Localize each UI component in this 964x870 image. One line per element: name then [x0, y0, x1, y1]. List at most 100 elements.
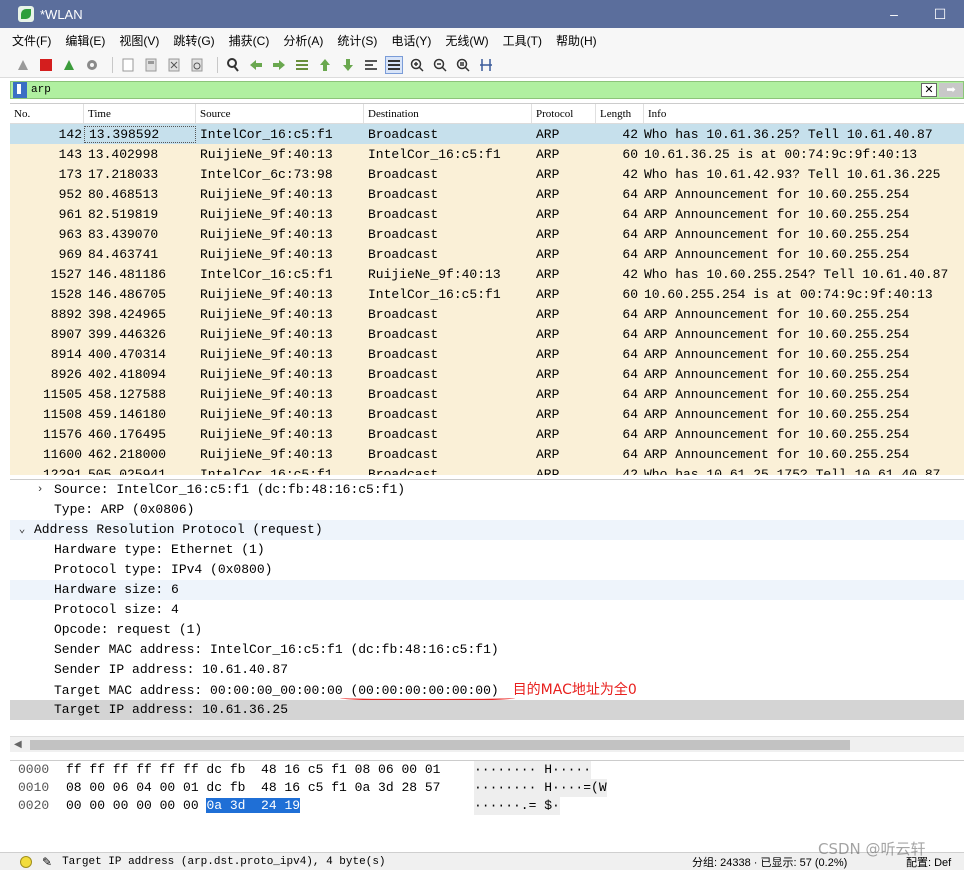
- packet-row[interactable]: 11600 462.218000 RuijieNe_9f:40:13 Broadcas…: [10, 444, 964, 464]
- bytes-hex-plain: 08 00 06 04 00 01 dc fb 48 16 c5 f1 0a 3…: [66, 780, 441, 795]
- bytes-ascii[interactable]: ······.= $·: [474, 797, 560, 815]
- go-forward-icon[interactable]: [270, 56, 288, 74]
- display-filter-input[interactable]: [31, 82, 921, 98]
- packet-row[interactable]: 8914 400.470314 RuijieNe_9f:40:13 Broadcast…: [10, 344, 964, 364]
- packet-time: 505.025941: [88, 466, 167, 476]
- detail-line[interactable]: Hardware size: 6: [10, 580, 964, 600]
- auto-scroll-icon[interactable]: [362, 56, 380, 74]
- column-header-destination[interactable]: Destination: [364, 104, 532, 123]
- first-packet-icon[interactable]: [316, 56, 334, 74]
- find-packet-icon[interactable]: [224, 56, 242, 74]
- save-file-icon[interactable]: [142, 56, 160, 74]
- close-file-icon[interactable]: [165, 56, 183, 74]
- zoom-reset-icon[interactable]: [454, 56, 472, 74]
- zoom-in-icon[interactable]: [408, 56, 426, 74]
- colorize-icon[interactable]: [385, 55, 403, 74]
- packet-row[interactable]: 963 83.439070 RuijieNe_9f:40:13 Broadcast AR…: [10, 224, 964, 244]
- packet-no: 11508: [42, 406, 82, 422]
- column-header-protocol[interactable]: Protocol: [532, 104, 596, 123]
- detail-line[interactable]: Type: ARP (0x0806): [10, 500, 964, 520]
- collapse-arrow-icon[interactable]: ⌄: [16, 520, 28, 540]
- packet-row[interactable]: 143 13.402998 RuijieNe_9f:40:13 IntelCor_16…: [10, 144, 964, 164]
- detail-line[interactable]: Hardware type: Ethernet (1): [10, 540, 964, 560]
- detail-line[interactable]: Protocol type: IPv4 (0x0800): [10, 560, 964, 580]
- expert-info-led-icon[interactable]: [20, 855, 32, 868]
- apply-filter-button[interactable]: ➡: [939, 83, 963, 97]
- bytes-ascii[interactable]: ········ H····=(W: [474, 779, 607, 797]
- restart-capture-icon[interactable]: [60, 56, 78, 74]
- menu-capture[interactable]: 捕获(C): [229, 32, 270, 49]
- detail-line[interactable]: Sender MAC address: IntelCor_16:c5:f1 (d…: [10, 640, 964, 660]
- expand-arrow-icon[interactable]: ›: [34, 480, 46, 500]
- menu-help[interactable]: 帮助(H): [556, 32, 597, 49]
- packet-destination: Broadcast: [368, 366, 439, 382]
- bytes-hex[interactable]: ff ff ff ff ff ff dc fb 48 16 c5 f1 08 0…: [66, 761, 440, 779]
- packet-row[interactable]: 969 84.463741 RuijieNe_9f:40:13 Broadcast AR…: [10, 244, 964, 264]
- column-header-source[interactable]: Source: [196, 104, 364, 123]
- packet-destination: Broadcast: [368, 226, 439, 242]
- packet-row[interactable]: 12291 505.025941 IntelCor_16:c5:f1 Broadcas…: [10, 464, 964, 475]
- filter-bookmark-icon[interactable]: [13, 82, 27, 98]
- column-header-info[interactable]: Info: [644, 104, 964, 123]
- packet-row[interactable]: 142 13.398592 IntelCor_16:c5:f1 Broadcast AR…: [10, 124, 964, 144]
- column-header-no[interactable]: No.: [10, 104, 84, 123]
- packet-row[interactable]: 173 17.218033 IntelCor_6c:73:98 Broadcast AR…: [10, 164, 964, 184]
- zoom-out-icon[interactable]: [431, 56, 449, 74]
- packet-row[interactable]: 1528 146.486705 RuijieNe_9f:40:13 IntelCor_…: [10, 284, 964, 304]
- column-header-length[interactable]: Length: [596, 104, 644, 123]
- menu-statistics[interactable]: 统计(S): [337, 32, 377, 49]
- packet-length: 64: [622, 406, 638, 422]
- packet-row[interactable]: 1527 146.481186 IntelCor_16:c5:f1 RuijieNe_…: [10, 264, 964, 284]
- start-capture-icon[interactable]: [14, 56, 32, 74]
- clear-filter-button[interactable]: ✕: [921, 83, 937, 97]
- packet-source: RuijieNe_9f:40:13: [200, 306, 333, 322]
- packet-row[interactable]: 11508 459.146180 RuijieNe_9f:40:13 Broadcas…: [10, 404, 964, 424]
- details-horizontal-scrollbar[interactable]: ◀: [10, 736, 964, 752]
- wireshark-fin-icon: [18, 6, 34, 22]
- detail-line[interactable]: Opcode: request (1): [10, 620, 964, 640]
- packet-protocol: ARP: [536, 226, 560, 242]
- bytes-row: 0010 08 00 06 04 00 01 dc fb 48 16 c5 f1 …: [10, 779, 964, 797]
- go-to-packet-icon[interactable]: [293, 56, 311, 74]
- packet-row[interactable]: 11576 460.176495 RuijieNe_9f:40:13 Broadcas…: [10, 424, 964, 444]
- detail-line[interactable]: ⌄ Address Resolution Protocol (request): [10, 520, 964, 540]
- capture-options-icon[interactable]: [83, 56, 101, 74]
- detail-line[interactable]: › Source: IntelCor_16:c5:f1 (dc:fb:48:16:…: [10, 480, 964, 500]
- edit-comment-icon[interactable]: ✎: [42, 855, 52, 869]
- detail-line[interactable]: Sender IP address: 10.61.40.87: [10, 660, 964, 680]
- packet-row[interactable]: 11505 458.127588 RuijieNe_9f:40:13 Broadcas…: [10, 384, 964, 404]
- last-packet-icon[interactable]: [339, 56, 357, 74]
- menu-file[interactable]: 文件(F): [12, 32, 51, 49]
- scrollbar-thumb[interactable]: [30, 740, 850, 750]
- column-header-time[interactable]: Time: [84, 104, 196, 123]
- packet-row[interactable]: 952 80.468513 RuijieNe_9f:40:13 Broadcast AR…: [10, 184, 964, 204]
- go-back-icon[interactable]: [247, 56, 265, 74]
- detail-line[interactable]: Target IP address: 10.61.36.25: [10, 700, 964, 720]
- bytes-ascii[interactable]: ········ H·····: [474, 761, 592, 779]
- menu-view[interactable]: 视图(V): [119, 32, 159, 49]
- menu-go[interactable]: 跳转(G): [173, 32, 214, 49]
- detail-line[interactable]: Protocol size: 4: [10, 600, 964, 620]
- packet-row[interactable]: 8892 398.424965 RuijieNe_9f:40:13 Broadcast…: [10, 304, 964, 324]
- menu-edit[interactable]: 编辑(E): [65, 32, 105, 49]
- packet-row[interactable]: 961 82.519819 RuijieNe_9f:40:13 Broadcast AR…: [10, 204, 964, 224]
- menu-wireless[interactable]: 无线(W): [445, 32, 488, 49]
- menu-tools[interactable]: 工具(T): [503, 32, 542, 49]
- menu-analyze[interactable]: 分析(A): [283, 32, 323, 49]
- maximize-button[interactable]: ☐: [920, 0, 960, 28]
- packet-row[interactable]: 8907 399.446326 RuijieNe_9f:40:13 Broadcast…: [10, 324, 964, 344]
- packet-source: RuijieNe_9f:40:13: [200, 446, 333, 462]
- stop-capture-icon[interactable]: [37, 56, 55, 74]
- bytes-hex[interactable]: 08 00 06 04 00 01 dc fb 48 16 c5 f1 0a 3…: [66, 779, 440, 797]
- detail-line[interactable]: Target MAC address: 00:00:00_00:00:00 (0…: [10, 680, 964, 701]
- packet-row[interactable]: 8926 402.418094 RuijieNe_9f:40:13 Broadcast…: [10, 364, 964, 384]
- minimize-button[interactable]: –: [874, 0, 914, 28]
- bytes-hex[interactable]: 00 00 00 00 00 00 0a 3d 24 19: [66, 797, 301, 815]
- menu-telephony[interactable]: 电话(Y): [391, 32, 431, 49]
- resize-columns-icon[interactable]: [477, 56, 495, 74]
- packet-time: 398.424965: [88, 306, 167, 322]
- reload-file-icon[interactable]: [188, 56, 206, 74]
- open-file-icon[interactable]: [119, 56, 137, 74]
- scroll-left-arrow-icon[interactable]: ◀: [14, 737, 22, 753]
- packet-destination: Broadcast: [368, 186, 439, 202]
